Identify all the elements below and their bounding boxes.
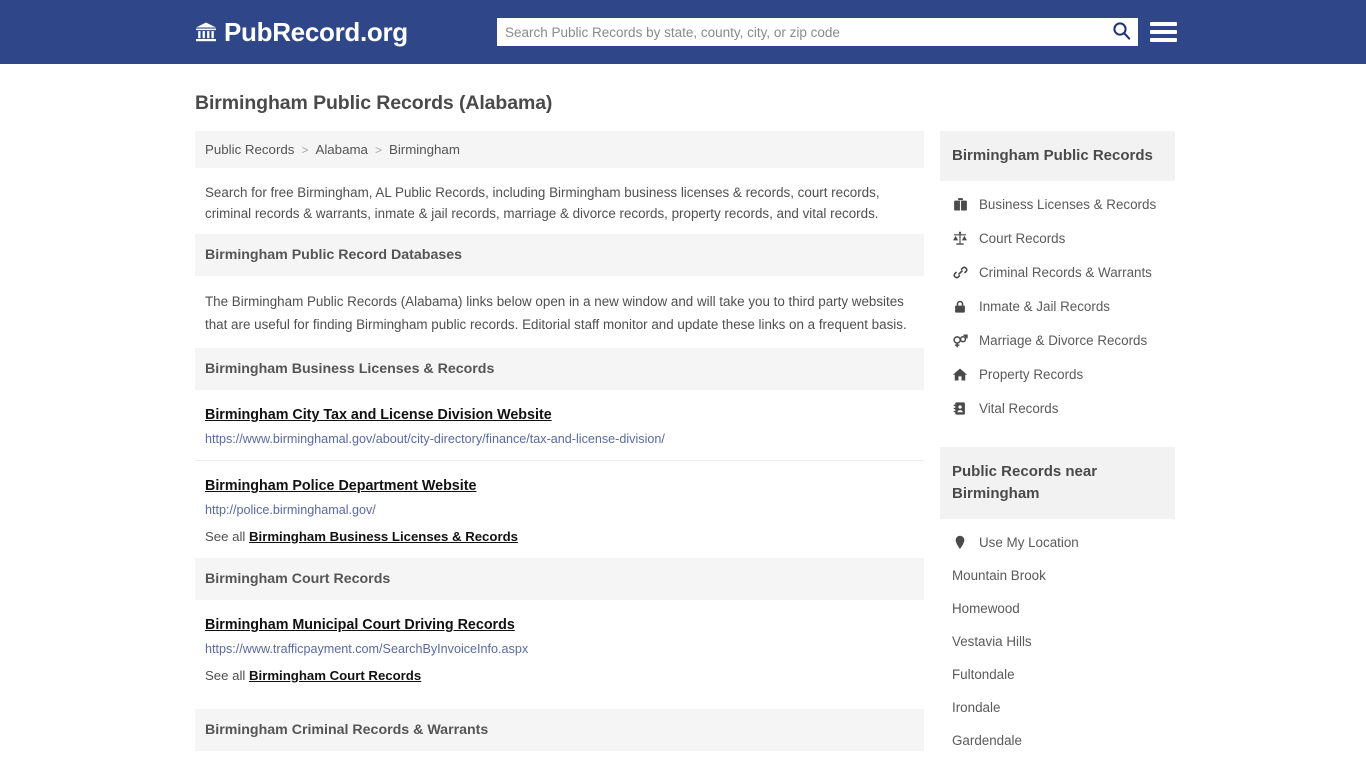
sidebar-item-label: Irondale bbox=[952, 700, 1001, 715]
sidebar-item-inmate-jail-records[interactable]: Inmate & Jail Records bbox=[940, 289, 1175, 323]
bank-icon bbox=[195, 21, 217, 43]
hamburger-menu-button[interactable] bbox=[1150, 18, 1177, 46]
site-logo-link[interactable]: PubRecord.org bbox=[195, 19, 408, 45]
record-link-title[interactable]: Birmingham City Tax and License Division… bbox=[205, 407, 552, 423]
search-bar bbox=[497, 18, 1138, 46]
page-title: Birmingham Public Records (Alabama) bbox=[195, 92, 553, 114]
sidebar-item-vital-records[interactable]: Vital Records bbox=[940, 391, 1175, 425]
hamburger-menu-icon bbox=[1150, 38, 1177, 42]
page-container: Birmingham Public Records (Alabama) Publ… bbox=[0, 92, 1366, 757]
sidebar-item-homewood[interactable]: Homewood bbox=[940, 592, 1175, 625]
record-link-title[interactable]: Birmingham Municipal Court Driving Recor… bbox=[205, 617, 515, 633]
sidebar-item-label: Gardendale bbox=[952, 733, 1022, 748]
sidebar-item-label: Inmate & Jail Records bbox=[979, 298, 1110, 314]
sidebar-item-criminal-records[interactable]: Criminal Records & Warrants bbox=[940, 255, 1175, 289]
section-heading-databases: Birmingham Public Record Databases bbox=[195, 234, 924, 276]
sidebar-item-label: Homewood bbox=[952, 601, 1020, 616]
breadcrumb: Public Records > Alabama > Birmingham bbox=[195, 131, 924, 168]
sidebar-item-court-records[interactable]: Court Records bbox=[940, 221, 1175, 255]
venus-mars-icon bbox=[952, 332, 968, 348]
breadcrumb-separator: > bbox=[301, 142, 309, 157]
sidebar-block-records: Birmingham Public Records Business Licen… bbox=[940, 131, 1175, 429]
map-pin-icon bbox=[952, 534, 968, 550]
sidebar-records-list: Business Licenses & Records Court Record… bbox=[940, 181, 1175, 429]
sidebar-heading-nearby: Public Records near Birmingham bbox=[940, 447, 1175, 519]
sidebar-item-label: Fultondale bbox=[952, 667, 1015, 682]
see-all-row: See all Birmingham Business Licenses & R… bbox=[195, 523, 924, 558]
sidebar-item-property-records[interactable]: Property Records bbox=[940, 357, 1175, 391]
content-columns: Public Records > Alabama > Birmingham Se… bbox=[195, 131, 1175, 757]
sidebar-item-gardendale[interactable]: Gardendale bbox=[940, 724, 1175, 757]
sidebar-item-irondale[interactable]: Irondale bbox=[940, 691, 1175, 724]
record-link-url[interactable]: https://www.birminghamal.gov/about/city-… bbox=[205, 432, 914, 446]
record-entry: Birmingham Police Department Website htt… bbox=[195, 461, 924, 523]
record-link-url[interactable]: http://police.birminghamal.gov/ bbox=[205, 503, 914, 517]
home-icon bbox=[952, 366, 968, 382]
site-header: PubRecord.org bbox=[0, 0, 1366, 64]
sidebar-item-vestavia-hills[interactable]: Vestavia Hills bbox=[940, 625, 1175, 658]
sidebar-item-label: Property Records bbox=[979, 366, 1084, 382]
sidebar-block-nearby: Public Records near Birmingham Use My Lo… bbox=[940, 447, 1175, 757]
record-link-title[interactable]: Birmingham Police Department Website bbox=[205, 478, 476, 494]
briefcase-icon bbox=[952, 196, 968, 212]
section-heading-criminal-records: Birmingham Criminal Records & Warrants bbox=[195, 709, 924, 751]
section-heading-business-licenses: Birmingham Business Licenses & Records bbox=[195, 348, 924, 390]
sidebar-item-mountain-brook[interactable]: Mountain Brook bbox=[940, 559, 1175, 592]
sidebar-item-label: Marriage & Divorce Records bbox=[979, 332, 1148, 348]
record-link-url[interactable]: https://www.trafficpayment.com/SearchByI… bbox=[205, 642, 914, 656]
sidebar-nearby-list: Use My Location Mountain Brook Homewood … bbox=[940, 519, 1175, 757]
site-logo-text: PubRecord.org bbox=[224, 17, 408, 47]
sidebar-item-label: Use My Location bbox=[979, 534, 1079, 550]
record-entry: Birmingham Municipal Court Driving Recor… bbox=[195, 600, 924, 662]
main-content: Public Records > Alabama > Birmingham Se… bbox=[195, 131, 924, 751]
hamburger-menu-icon bbox=[1150, 22, 1177, 26]
sidebar-heading-records: Birmingham Public Records bbox=[940, 131, 1175, 181]
see-all-link-court-records[interactable]: Birmingham Court Records bbox=[249, 668, 421, 683]
search-button[interactable] bbox=[1104, 18, 1138, 46]
breadcrumb-separator: > bbox=[374, 142, 382, 157]
search-icon bbox=[1112, 21, 1131, 43]
sidebar-item-label: Business Licenses & Records bbox=[979, 196, 1157, 212]
sidebar-item-label: Vital Records bbox=[979, 400, 1059, 416]
section-heading-court-records: Birmingham Court Records bbox=[195, 558, 924, 600]
record-entry: Birmingham City Tax and License Division… bbox=[195, 390, 924, 461]
sidebar-item-marriage-divorce-records[interactable]: Marriage & Divorce Records bbox=[940, 323, 1175, 357]
scales-icon bbox=[952, 230, 968, 246]
see-all-prefix: See all bbox=[205, 529, 246, 544]
address-book-icon bbox=[952, 400, 968, 416]
see-all-link-business-licenses[interactable]: Birmingham Business Licenses & Records bbox=[249, 529, 518, 544]
chain-link-icon bbox=[952, 264, 968, 280]
sidebar-item-business-licenses[interactable]: Business Licenses & Records bbox=[940, 187, 1175, 221]
sidebar-item-label: Mountain Brook bbox=[952, 568, 1046, 583]
breadcrumb-item-public-records[interactable]: Public Records bbox=[205, 142, 294, 157]
hamburger-menu-icon bbox=[1150, 30, 1177, 34]
breadcrumb-item-alabama[interactable]: Alabama bbox=[315, 142, 367, 157]
see-all-prefix: See all bbox=[205, 668, 246, 683]
section-body-databases: The Birmingham Public Records (Alabama) … bbox=[205, 294, 907, 332]
intro-paragraph: Search for free Birmingham, AL Public Re… bbox=[205, 185, 880, 221]
search-input[interactable] bbox=[497, 19, 1104, 45]
sidebar-item-use-my-location[interactable]: Use My Location bbox=[940, 525, 1175, 559]
sidebar-item-fultondale[interactable]: Fultondale bbox=[940, 658, 1175, 691]
breadcrumb-item-birmingham[interactable]: Birmingham bbox=[389, 142, 460, 157]
sidebar: Birmingham Public Records Business Licen… bbox=[940, 131, 1175, 757]
sidebar-item-label: Vestavia Hills bbox=[952, 634, 1032, 649]
sidebar-item-label: Court Records bbox=[979, 230, 1066, 246]
lock-icon bbox=[952, 298, 968, 314]
sidebar-item-label: Criminal Records & Warrants bbox=[979, 264, 1152, 280]
see-all-row: See all Birmingham Court Records bbox=[195, 662, 924, 697]
